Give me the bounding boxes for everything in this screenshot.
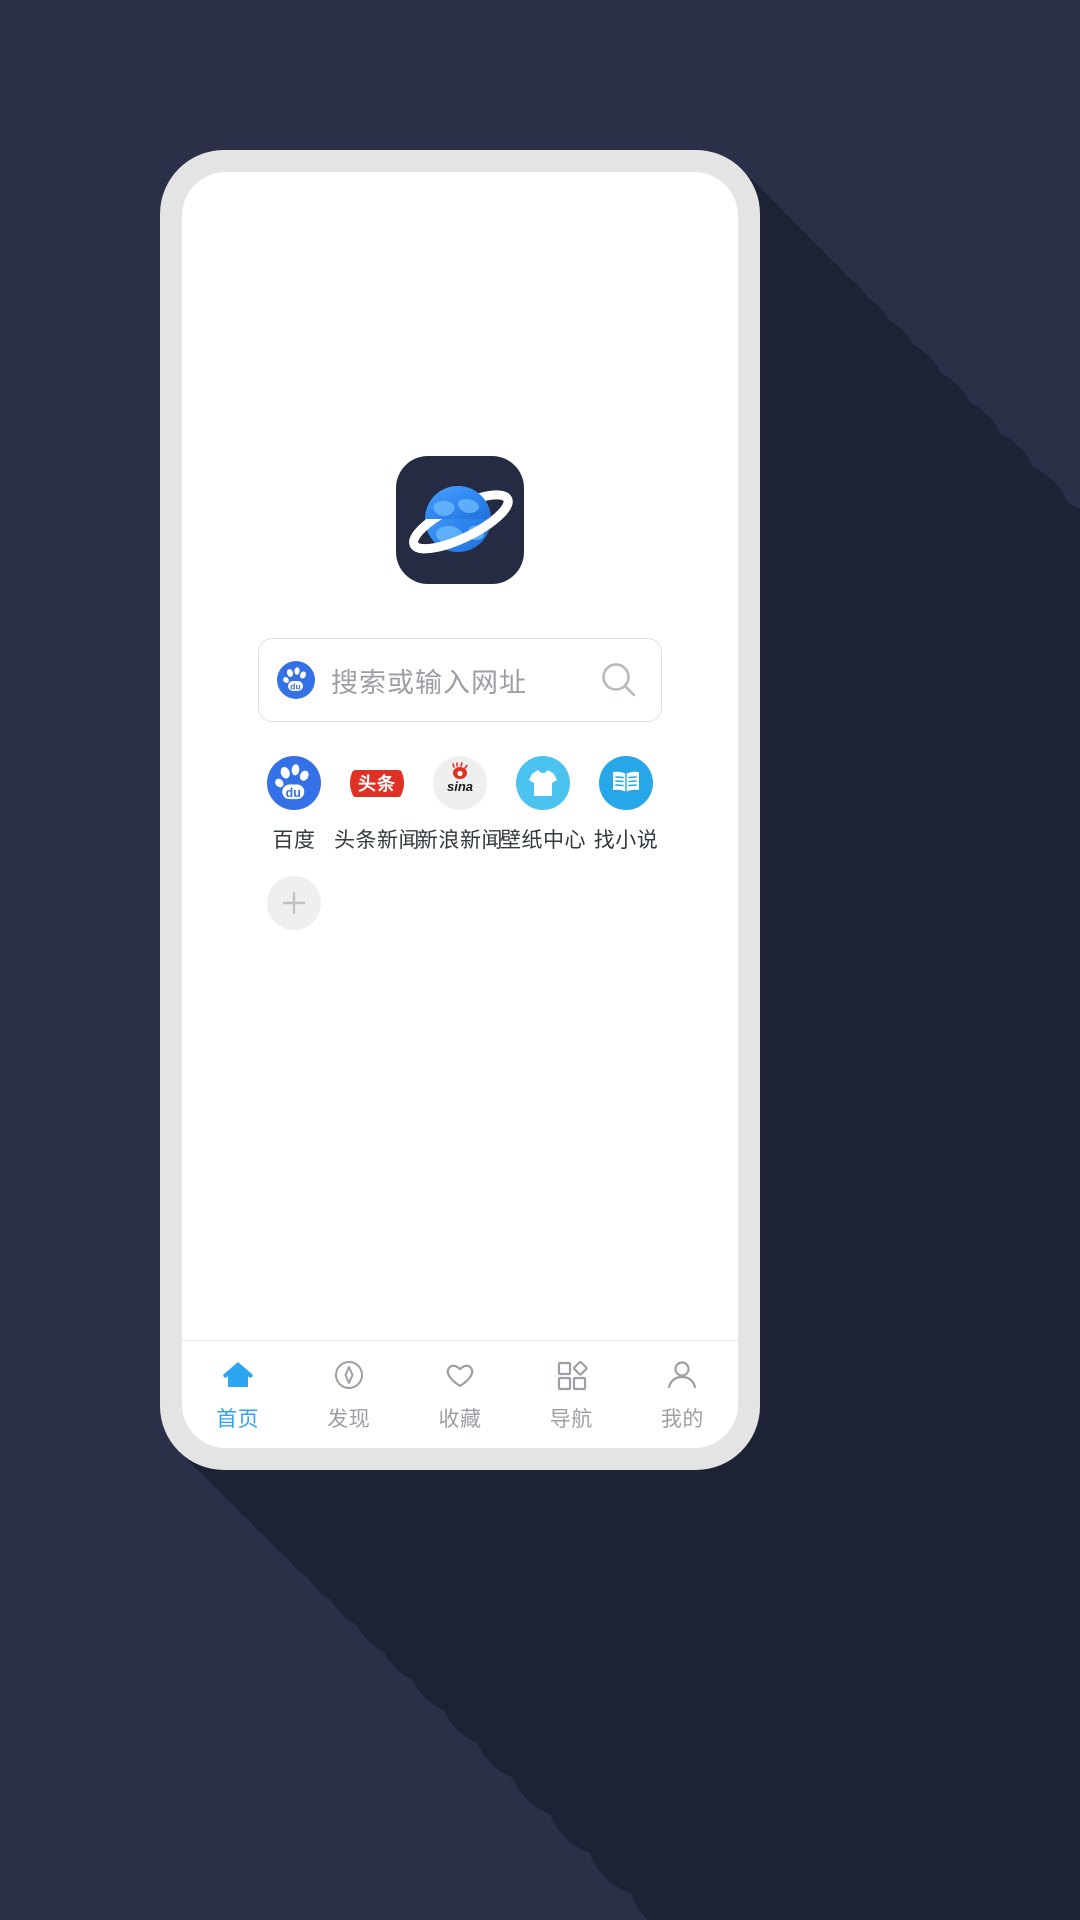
- planet-browser-logo-icon: [396, 456, 524, 584]
- shortcut-label: 头条新闻: [334, 829, 420, 852]
- grid-diamond-icon: [553, 1357, 589, 1393]
- shortcut-novel[interactable]: 找小说: [590, 756, 662, 854]
- nav-item-navigation[interactable]: 导航: [516, 1357, 627, 1433]
- svg-text:sina: sina: [447, 779, 473, 794]
- phone-device-frame: du 搜索或输入网址 du 百度 头条 头条新闻 sina 新浪新闻 壁纸中心 …: [160, 150, 760, 1470]
- sina-weibo-eye-icon: sina: [433, 756, 487, 810]
- shortcut-sina[interactable]: sina 新浪新闻: [417, 756, 503, 854]
- shortcut-toutiao[interactable]: 头条 头条新闻: [334, 756, 420, 854]
- heart-icon: [442, 1357, 478, 1393]
- shortcuts-row: du 百度 头条 头条新闻 sina 新浪新闻 壁纸中心 找小说: [258, 756, 662, 854]
- nav-item-discover[interactable]: 发现: [293, 1357, 404, 1433]
- shortcut-baidu[interactable]: du 百度: [258, 756, 330, 854]
- baidu-paw-icon: du: [267, 756, 321, 810]
- nav-item-home[interactable]: 首页: [182, 1357, 293, 1433]
- search-bar[interactable]: du 搜索或输入网址: [258, 638, 662, 722]
- shortcut-label: 壁纸中心: [500, 829, 586, 852]
- svg-text:du: du: [290, 681, 300, 691]
- nav-item-profile[interactable]: 我的: [627, 1357, 738, 1433]
- person-icon: [664, 1357, 700, 1393]
- nav-label: 首页: [216, 1407, 260, 1431]
- phone-screen: du 搜索或输入网址 du 百度 头条 头条新闻 sina 新浪新闻 壁纸中心 …: [182, 172, 738, 1448]
- shortcut-wallpaper[interactable]: 壁纸中心: [500, 756, 586, 854]
- shortcut-label: 找小说: [593, 829, 659, 852]
- compass-icon: [331, 1357, 367, 1393]
- baidu-paw-icon[interactable]: du: [277, 661, 315, 699]
- home-content: du 搜索或输入网址 du 百度 头条 头条新闻 sina 新浪新闻 壁纸中心 …: [182, 172, 738, 1340]
- tshirt-icon: [516, 756, 570, 810]
- add-shortcut-button[interactable]: [258, 876, 330, 930]
- nav-label: 我的: [660, 1407, 704, 1431]
- svg-text:du: du: [286, 786, 301, 800]
- bottom-navigation-bar: 首页 发现 收藏 导航 我的: [182, 1340, 738, 1448]
- plus-icon: [267, 876, 321, 930]
- open-book-icon: [599, 756, 653, 810]
- nav-label: 导航: [549, 1407, 593, 1431]
- nav-label: 发现: [327, 1407, 371, 1431]
- nav-label: 收藏: [438, 1407, 482, 1431]
- toutiao-badge-text: 头条: [350, 769, 404, 797]
- shortcuts-row-2: [258, 876, 662, 930]
- home-icon: [220, 1357, 256, 1393]
- shortcut-label: 百度: [272, 829, 316, 852]
- toutiao-badge-icon: 头条: [350, 756, 404, 810]
- magnifier-icon[interactable]: [599, 660, 639, 700]
- shortcut-label: 新浪新闻: [417, 829, 503, 852]
- search-input-placeholder[interactable]: 搜索或输入网址: [331, 661, 583, 700]
- nav-item-favorites[interactable]: 收藏: [404, 1357, 515, 1433]
